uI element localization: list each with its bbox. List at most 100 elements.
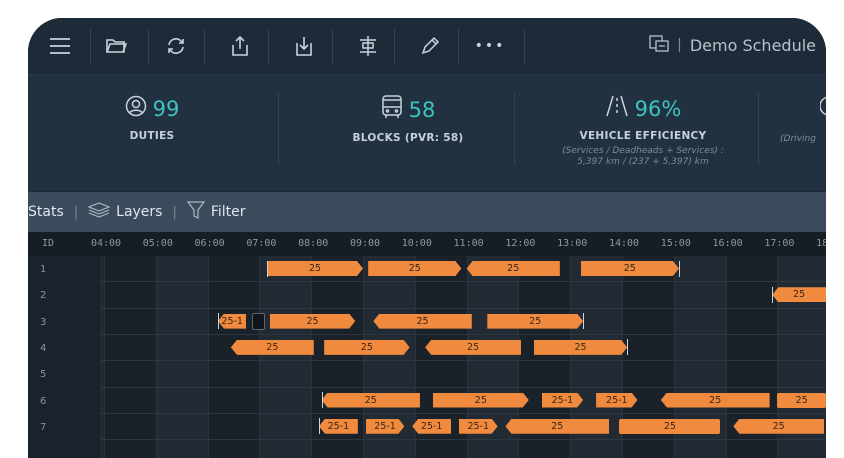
tab-label: Filter [210, 204, 246, 220]
tab-label: Stats [28, 204, 64, 220]
tab-filter[interactable]: Filter [186, 201, 246, 223]
row-id: 6 [40, 395, 47, 407]
block-boundary-tick [627, 339, 629, 356]
block-boundary-tick [321, 392, 323, 408]
vehicle-block-bar[interactable]: 25 [619, 418, 721, 434]
open-folder-icon[interactable] [96, 28, 136, 64]
vehicle-block-bar[interactable]: 25 [321, 392, 420, 408]
filter-icon [186, 201, 206, 223]
vehicle-block-bar[interactable]: 25-1 [542, 393, 583, 408]
vehicle-block-bar[interactable]: 25 [772, 287, 826, 303]
edit-pencil-icon[interactable] [410, 28, 450, 64]
hour-label: 09:00 [349, 238, 381, 249]
vehicle-block-bar[interactable]: 25-1 [412, 418, 452, 434]
vehicle-block-bar[interactable]: 25 [230, 339, 314, 355]
block-boundary-tick [772, 286, 774, 303]
vehicle-block-bar[interactable]: 25 [324, 340, 409, 355]
stat-value: 96% [634, 96, 682, 121]
row-id: 1 [40, 264, 47, 275]
row-id: 7 [40, 421, 47, 433]
hour-label: 08:00 [298, 238, 329, 249]
panel-tab-bar: Stats | Layers | Filter [28, 192, 826, 232]
vehicle-block-bar[interactable]: 25 [581, 261, 679, 276]
vehicle-block-bar[interactable]: 25-1 [459, 419, 498, 434]
vehicle-block-bar[interactable]: 25 [777, 392, 826, 408]
more-icon[interactable]: ••• [470, 28, 510, 64]
user-circle-icon [125, 95, 147, 122]
block-boundary-tick [217, 313, 219, 330]
vehicle-block-bar[interactable]: 25 [270, 314, 355, 329]
vehicle-block-bar[interactable]: 25-1 [318, 418, 358, 434]
refresh-icon[interactable] [156, 28, 196, 64]
hour-label: 18:00 [816, 238, 826, 249]
vehicle-block-bar[interactable]: 25 [534, 340, 627, 355]
bus-icon [381, 95, 403, 124]
gantt-chart: ID 04:00 05:00 06:00 07:00 08:00 09:00 10:00 11… [28, 232, 826, 458]
hour-label: 05:00 [142, 238, 173, 249]
stat-driving: (Driving [780, 95, 826, 145]
tab-layers[interactable]: Layers [87, 202, 163, 222]
row-id: 5 [40, 369, 47, 381]
schedule-file-icon [649, 34, 669, 56]
toolbar: ••• | Demo Schedule [28, 18, 826, 75]
stat-label: DUTIES [129, 130, 175, 142]
stat-value: 58 [408, 97, 436, 122]
vehicle-block-bar[interactable]: 25 [368, 261, 461, 276]
hour-label: 12:00 [505, 238, 536, 249]
id-column-header: ID [42, 238, 55, 249]
vehicle-block-bar[interactable]: 25 [373, 313, 472, 329]
hour-label: 17:00 [764, 238, 795, 249]
id-column: 1 2 3 4 5 6 7 [28, 256, 100, 458]
hour-label: 16:00 [712, 238, 743, 249]
hour-label: 07:00 [246, 238, 277, 249]
hour-label: 14:00 [608, 238, 640, 249]
layers-icon [87, 202, 111, 222]
clock-icon [819, 95, 826, 122]
vehicle-block-bar[interactable]: 25-1 [217, 313, 247, 329]
row-id: 2 [40, 290, 47, 302]
vehicle-block-bar[interactable]: 25 [505, 418, 610, 434]
tab-stats[interactable]: Stats [28, 204, 64, 220]
road-icon [605, 95, 629, 122]
stat-formula-values: 5,397 km / (237 + 5,397) km [577, 157, 709, 167]
row-id: 4 [40, 342, 47, 354]
hour-label: 04:00 [90, 238, 122, 249]
vehicle-block-bar[interactable]: 25 [466, 261, 560, 276]
menu-icon[interactable] [40, 28, 80, 64]
sliders-icon[interactable] [348, 28, 388, 64]
schedule-title: Demo Schedule [689, 35, 816, 55]
hour-label: 15:00 [660, 238, 691, 249]
stat-formula: (Services / Deadheads + Services) : [562, 146, 724, 156]
hour-label: 10:00 [401, 238, 432, 249]
gantt-header: ID 04:00 05:00 06:00 07:00 08:00 09:00 10:00 11… [28, 232, 826, 256]
stat-blocks: 58 BLOCKS (PVR: 58) [308, 95, 508, 144]
idle-block[interactable] [251, 312, 265, 330]
stat-duties: 99 DUTIES [82, 95, 222, 142]
import-icon[interactable] [284, 28, 324, 64]
vehicle-block-bar[interactable]: 25 [267, 261, 363, 276]
stats-panel: 99 DUTIES 58 BLOCKS (PVR: 58) 96% VEHICL… [28, 75, 826, 253]
stat-formula: (Driving [780, 134, 816, 144]
block-boundary-tick [267, 260, 269, 277]
hour-label: 11:00 [453, 238, 484, 249]
hour-label: 13:00 [557, 238, 588, 249]
vehicle-block-bar[interactable]: 25 [425, 339, 521, 355]
row-id: 3 [40, 316, 47, 328]
app-window: ••• | Demo Schedule 99 DUTIES 58 BLOCKS … [28, 18, 826, 458]
block-boundary-tick [318, 418, 320, 435]
export-icon[interactable] [220, 28, 260, 64]
vehicle-block-bar[interactable]: 25 [660, 392, 770, 408]
hour-label: 06:00 [194, 238, 225, 249]
vehicle-block-bar[interactable]: 25 [433, 393, 529, 408]
vehicle-block-bar[interactable]: 25-1 [596, 393, 637, 408]
vehicle-block-bar[interactable]: 25-1 [366, 419, 405, 434]
block-boundary-tick [583, 313, 585, 330]
stat-label: BLOCKS (PVR: 58) [352, 132, 464, 144]
vehicle-block-bar[interactable]: 25 [733, 418, 824, 434]
tab-label: Layers [116, 204, 163, 220]
vehicle-block-bar[interactable]: 25 [487, 314, 583, 329]
schedule-name[interactable]: | Demo Schedule [649, 34, 816, 56]
stat-vehicle-efficiency: 96% VEHICLE EFFICIENCY (Services / Deadh… [528, 95, 758, 168]
stat-value: 99 [152, 96, 180, 121]
block-boundary-tick [678, 260, 680, 277]
